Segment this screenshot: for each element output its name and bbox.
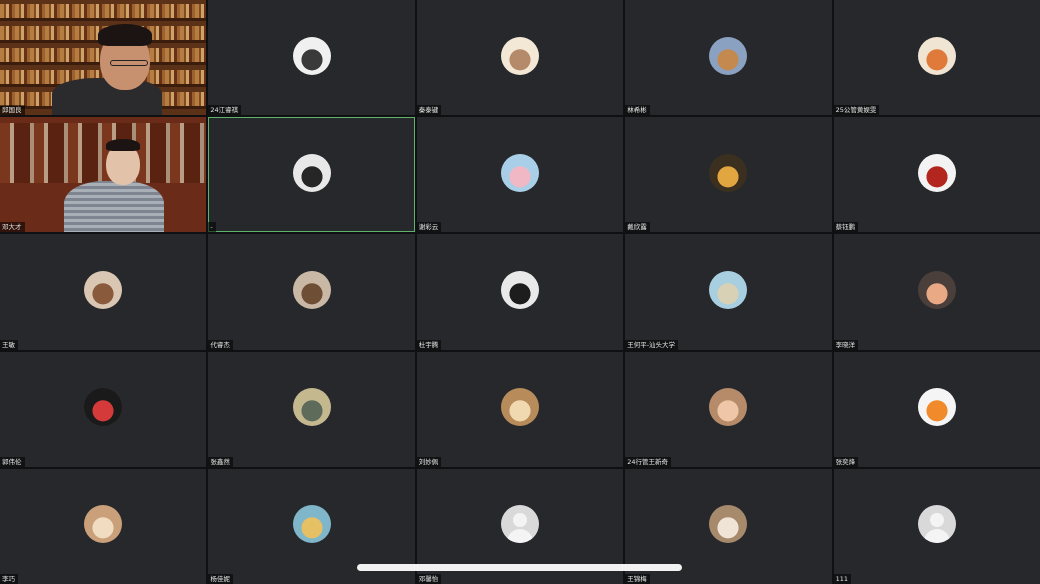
participant-tile[interactable]: - (208, 117, 415, 233)
participant-avatar (500, 36, 539, 75)
participant-video-tile[interactable]: 邱国良 (0, 0, 207, 116)
participant-tile[interactable]: 李巧 (0, 468, 207, 584)
participant-tile[interactable]: 秦泰键 (416, 0, 624, 116)
participant-name-label: 邓馨怡 (416, 573, 442, 584)
participant-tile[interactable]: 杜宇腾 (416, 234, 624, 350)
participant-name-label: 111 (833, 573, 852, 584)
participant-avatar (84, 505, 123, 544)
bookshelf-decor (0, 4, 207, 18)
participant-avatar (292, 505, 331, 544)
participant-avatar (709, 36, 748, 75)
default-avatar-icon (500, 505, 539, 544)
participant-name-label: 王何平-汕头大学 (625, 339, 679, 350)
participant-avatar (500, 153, 539, 192)
participant-tile[interactable]: 谢彩云 (416, 117, 624, 233)
participant-avatar (917, 36, 956, 75)
participant-name-label: 谢彩云 (416, 222, 442, 233)
bookshelf-decor (0, 123, 207, 184)
participant-tile[interactable]: 张鑫然 (208, 351, 415, 467)
participant-name-label: 郭伟伦 (0, 456, 25, 467)
participant-avatar (709, 153, 748, 192)
participant-avatar (500, 270, 539, 309)
person-hair (106, 139, 140, 152)
participant-name-label: 邱国良 (0, 105, 25, 116)
participant-avatar (84, 270, 123, 309)
participant-name-label: 蔡钰鹏 (833, 222, 859, 233)
participant-name-label: 李巧 (0, 573, 18, 584)
participant-name-label: 张奕烽 (833, 456, 859, 467)
participant-name-label: 李晓洋 (833, 339, 859, 350)
home-indicator[interactable] (357, 564, 682, 571)
participant-avatar (917, 388, 956, 427)
participant-tile[interactable]: 蔡钰鹏 (833, 117, 1040, 233)
participant-tile[interactable]: 24江睿祺 (208, 0, 415, 116)
participant-name-label: 王敏 (0, 339, 18, 350)
participant-name-label: 24江睿祺 (208, 105, 242, 116)
participant-avatar (292, 388, 331, 427)
participant-name-label: 24行管王新奇 (625, 456, 671, 467)
participant-tile[interactable]: 戴欣露 (625, 117, 832, 233)
glasses (110, 60, 148, 66)
participant-name-label: 秦泰键 (416, 105, 442, 116)
default-avatar-icon (917, 505, 956, 544)
participant-name-label: - (208, 222, 216, 233)
participant-tile[interactable]: 张奕烽 (833, 351, 1040, 467)
participant-name-label: 25公管黄娱雯 (833, 105, 880, 116)
person-hair (98, 24, 152, 46)
participant-avatar (709, 388, 748, 427)
participant-avatar (709, 270, 748, 309)
participant-tile[interactable]: 王何平-汕头大学 (625, 234, 832, 350)
participant-name-label: 杜宇腾 (416, 339, 442, 350)
participant-avatar (292, 36, 331, 75)
participant-tile[interactable]: 25公管黄娱雯 (833, 0, 1040, 116)
participant-name-label: 代睿杰 (208, 339, 233, 350)
participant-tile[interactable]: 111 (833, 468, 1040, 584)
participant-tile[interactable]: 王敏 (0, 234, 207, 350)
participant-name-label: 林希彬 (625, 105, 650, 116)
person-body (64, 181, 164, 233)
participant-avatar (292, 153, 331, 192)
participant-avatar (917, 153, 956, 192)
participant-name-label: 杨佳妮 (208, 573, 233, 584)
participant-grid: 邱国良 24江睿祺 秦泰键 林希彬 25公管黄娱雯邓大才 - 谢彩云 戴欣露 蔡钰鹏王敏 代睿杰 杜… (0, 0, 1040, 584)
person-body (52, 78, 162, 116)
participant-tile[interactable]: 24行管王新奇 (625, 351, 832, 467)
participant-avatar (917, 270, 956, 309)
participant-name-label: 戴欣露 (625, 222, 650, 233)
participant-tile[interactable]: 郭伟伦 (0, 351, 207, 467)
participant-name-label: 张鑫然 (208, 456, 233, 467)
participant-avatar (84, 388, 123, 427)
participant-avatar (709, 505, 748, 544)
participant-tile[interactable]: 林希彬 (625, 0, 832, 116)
participant-avatar (292, 270, 331, 309)
participant-tile[interactable]: 李晓洋 (833, 234, 1040, 350)
participant-name-label: 王锦梅 (625, 573, 650, 584)
participant-name-label: 邓大才 (0, 222, 25, 233)
participant-tile[interactable]: 代睿杰 (208, 234, 415, 350)
shelf-decor (0, 18, 207, 21)
participant-tile[interactable]: 刘妙佩 (416, 351, 624, 467)
participant-name-label: 刘妙佩 (416, 456, 442, 467)
participant-video-tile[interactable]: 邓大才 (0, 117, 207, 233)
participant-avatar (500, 388, 539, 427)
